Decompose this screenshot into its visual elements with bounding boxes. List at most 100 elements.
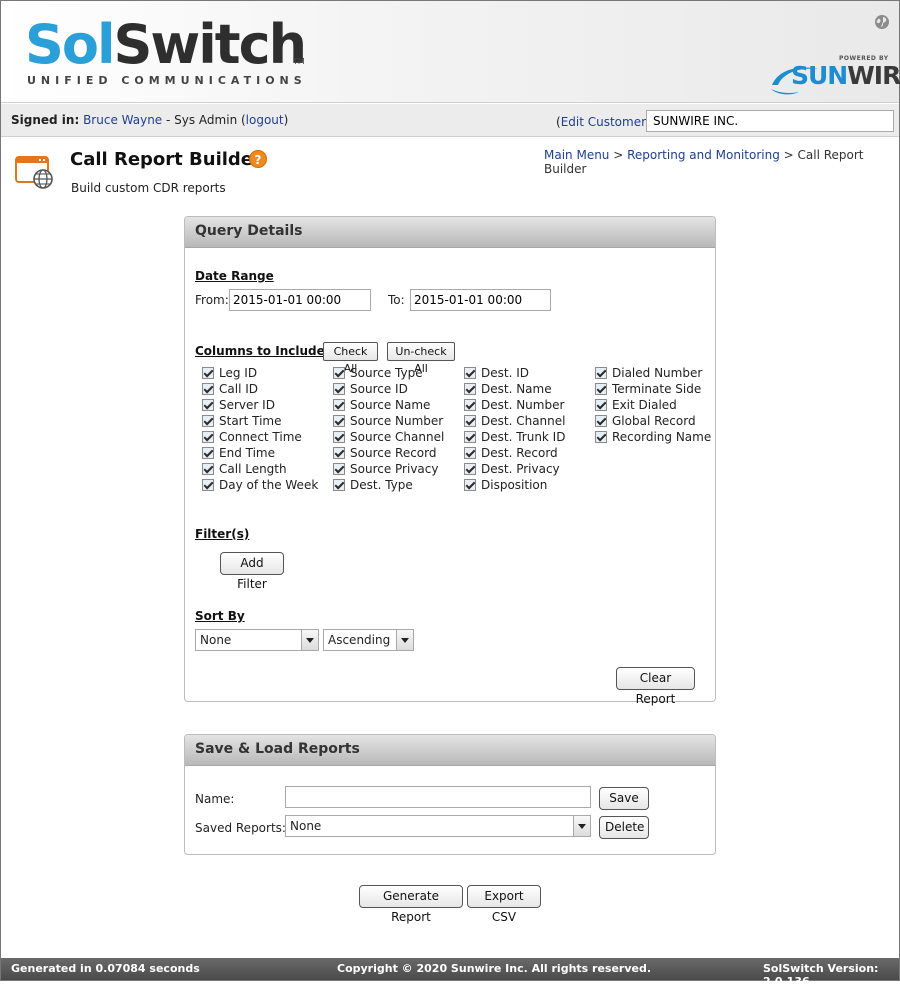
checkbox[interactable]	[464, 447, 476, 459]
generate-report-button[interactable]: Generate Report	[359, 885, 463, 924]
save-button[interactable]: Save	[599, 787, 649, 810]
column-option[interactable]: Terminate Side	[595, 381, 711, 397]
checkbox[interactable]	[333, 463, 345, 475]
column-option[interactable]: Server ID	[202, 397, 318, 413]
column-option[interactable]: Dest. Trunk ID	[464, 429, 565, 445]
delete-button[interactable]: Delete	[599, 816, 649, 839]
checkbox[interactable]	[202, 367, 214, 379]
column-option-label: Call ID	[219, 382, 258, 396]
column-option[interactable]: Source Privacy	[333, 461, 444, 477]
column-option[interactable]: Dest. Channel	[464, 413, 565, 429]
checkbox[interactable]	[202, 479, 214, 491]
checkbox[interactable]	[464, 399, 476, 411]
column-option[interactable]: Dest. Record	[464, 445, 565, 461]
checkbox[interactable]	[333, 431, 345, 443]
checkbox[interactable]	[595, 367, 607, 379]
column-option[interactable]: Dest. ID	[464, 365, 565, 381]
column-option[interactable]: Dialed Number	[595, 365, 711, 381]
checkbox[interactable]	[202, 415, 214, 427]
sunwire-logo[interactable]: SUNWIRE	[791, 61, 900, 90]
dropdown-arrow-icon[interactable]	[573, 816, 590, 836]
checkbox[interactable]	[202, 463, 214, 475]
page-title: Call Report Builder	[70, 149, 262, 170]
checkbox[interactable]	[202, 447, 214, 459]
checkbox[interactable]	[595, 431, 607, 443]
column-option-label: Disposition	[481, 478, 548, 492]
column-option-label: Dialed Number	[612, 366, 703, 380]
checkbox[interactable]	[202, 383, 214, 395]
dropdown-arrow-icon[interactable]	[396, 630, 413, 650]
export-csv-button[interactable]: Export CSV	[467, 885, 541, 924]
logout-link[interactable]: logout	[246, 113, 284, 127]
column-option[interactable]: Source Type	[333, 365, 444, 381]
column-option[interactable]: Source Record	[333, 445, 444, 461]
column-option[interactable]: Disposition	[464, 477, 565, 493]
sort-order-select[interactable]: Ascending	[323, 629, 414, 651]
checkbox[interactable]	[333, 479, 345, 491]
dropdown-arrow-icon[interactable]	[301, 630, 318, 650]
checkbox[interactable]	[464, 463, 476, 475]
column-option-label: Dest. Privacy	[481, 462, 560, 476]
edit-customer-link[interactable]: Edit Customer	[561, 115, 646, 129]
column-option[interactable]: Source Name	[333, 397, 444, 413]
check-all-button[interactable]: Check All	[323, 342, 378, 375]
column-option[interactable]: Call ID	[202, 381, 318, 397]
from-date-input[interactable]	[229, 289, 371, 311]
checkbox[interactable]	[595, 415, 607, 427]
column-option[interactable]: Dest. Type	[333, 477, 444, 493]
breadcrumb-main-menu[interactable]: Main Menu	[544, 148, 609, 162]
checkbox[interactable]	[464, 431, 476, 443]
user-name-link[interactable]: Bruce Wayne	[83, 113, 162, 127]
checkbox[interactable]	[464, 415, 476, 427]
copyright: Copyright © 2020 Sunwire Inc. All rights…	[337, 962, 652, 975]
column-option[interactable]: Recording Name	[595, 429, 711, 445]
checkbox[interactable]	[333, 447, 345, 459]
checkbox[interactable]	[333, 399, 345, 411]
checkbox[interactable]	[333, 367, 345, 379]
customer-field[interactable]	[646, 110, 894, 132]
checkbox[interactable]	[595, 399, 607, 411]
breadcrumb-reporting[interactable]: Reporting and Monitoring	[627, 148, 780, 162]
report-name-input[interactable]	[285, 786, 591, 808]
column-option-label: Source ID	[350, 382, 408, 396]
query-details-title: Query Details	[185, 217, 715, 248]
logo-switch-text: Switch	[113, 13, 308, 76]
column-option[interactable]: Exit Dialed	[595, 397, 711, 413]
to-date-input[interactable]	[410, 289, 551, 311]
checkbox[interactable]	[464, 367, 476, 379]
column-option[interactable]: End Time	[202, 445, 318, 461]
checkbox[interactable]	[333, 383, 345, 395]
checkbox[interactable]	[202, 431, 214, 443]
column-option[interactable]: Start Time	[202, 413, 318, 429]
report-globe-icon	[15, 156, 53, 189]
checkbox[interactable]	[595, 383, 607, 395]
column-option[interactable]: Leg ID	[202, 365, 318, 381]
column-option[interactable]: Dest. Name	[464, 381, 565, 397]
globe-icon[interactable]	[874, 14, 890, 30]
add-filter-button[interactable]: Add Filter	[220, 552, 284, 591]
edit-customer: (Edit Customer)	[556, 115, 651, 129]
version-info: SolSwitch Version: 2.0.136	[763, 962, 879, 988]
checkbox[interactable]	[333, 415, 345, 427]
help-icon[interactable]: ?	[249, 150, 267, 168]
column-option-label: Recording Name	[612, 430, 712, 444]
checkbox[interactable]	[464, 479, 476, 491]
clear-report-button[interactable]: Clear Report	[616, 667, 695, 706]
column-option[interactable]: Day of the Week	[202, 477, 318, 493]
column-option[interactable]: Global Record	[595, 413, 711, 429]
column-option[interactable]: Source Number	[333, 413, 444, 429]
column-option[interactable]: Source ID	[333, 381, 444, 397]
columns-label: Columns to Include	[195, 344, 325, 358]
checkbox[interactable]	[202, 399, 214, 411]
saved-reports-label: Saved Reports:	[195, 821, 286, 835]
column-option[interactable]: Connect Time	[202, 429, 318, 445]
uncheck-all-button[interactable]: Un-check All	[387, 342, 455, 375]
column-option[interactable]: Call Length	[202, 461, 318, 477]
column-option[interactable]: Dest. Number	[464, 397, 565, 413]
sort-field-select[interactable]: None	[195, 629, 319, 651]
column-option[interactable]: Source Channel	[333, 429, 444, 445]
column-option[interactable]: Dest. Privacy	[464, 461, 565, 477]
saved-reports-select[interactable]: None	[285, 815, 591, 837]
checkbox[interactable]	[464, 383, 476, 395]
solswitch-logo[interactable]: SolSwitch	[25, 13, 308, 76]
